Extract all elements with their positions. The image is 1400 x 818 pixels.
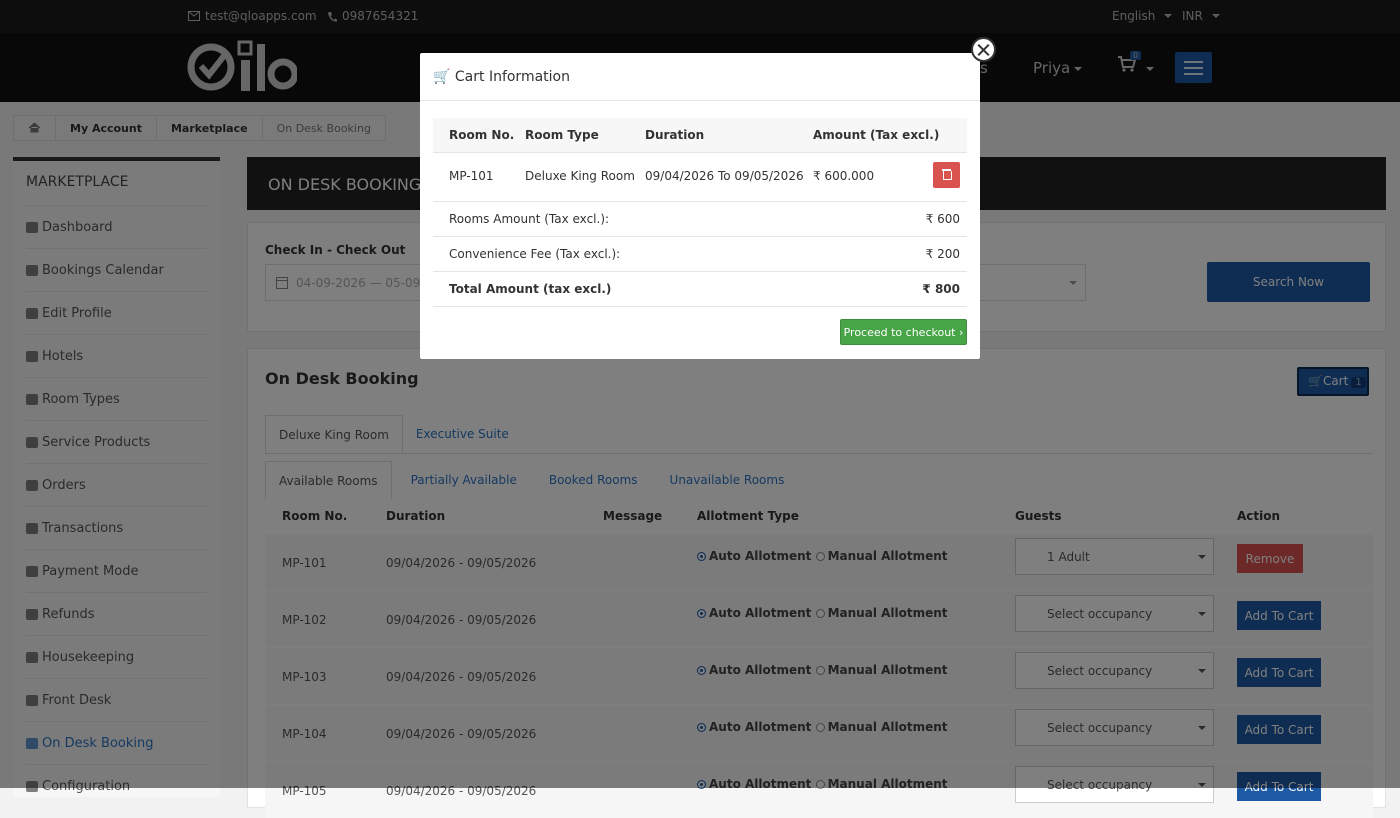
rooms-amount-label: Rooms Amount (Tax excl.): (449, 212, 610, 226)
convenience-fee-row: Convenience Fee (Tax excl.): ₹ 200 (433, 237, 967, 272)
delete-item-button[interactable] (933, 162, 960, 188)
cart-modal: 🛒 Cart Information Room No. Room Type Du… (420, 53, 980, 359)
rooms-amount-row: Rooms Amount (Tax excl.): ₹ 600 (433, 202, 967, 237)
cart-table: Room No. Room Type Duration Amount (Tax … (433, 118, 967, 307)
cart-amount: ₹ 600.000 (813, 169, 875, 183)
cart-icon: 🛒 (433, 69, 451, 85)
rooms-amount-value: ₹ 600 (925, 212, 960, 226)
close-icon[interactable] (971, 37, 996, 62)
cart-table-header: Room No. Room Type Duration Amount (Tax … (433, 118, 967, 153)
column-header: Room No. (449, 128, 515, 142)
column-header: Amount (Tax excl.) (813, 128, 940, 142)
cart-room-number: MP-101 (449, 169, 494, 183)
cart-item-row: MP-101 Deluxe King Room 09/04/2026 To 09… (433, 153, 967, 202)
column-header: Duration (645, 128, 705, 142)
cart-room-type: Deluxe King Room (525, 169, 635, 183)
modal-header: 🛒 Cart Information (420, 53, 980, 101)
cart-duration: 09/04/2026 To 09/05/2026 (645, 169, 804, 183)
total-row: Total Amount (tax excl.) ₹ 800 (433, 272, 967, 307)
modal-title: Cart Information (454, 69, 570, 85)
proceed-to-checkout-button[interactable]: Proceed to checkout › (840, 319, 967, 345)
fee-label: Convenience Fee (Tax excl.): (449, 247, 621, 261)
fee-value: ₹ 200 (925, 247, 960, 261)
total-value: ₹ 800 (922, 282, 960, 296)
total-label: Total Amount (tax excl.) (449, 282, 612, 296)
column-header: Room Type (525, 128, 599, 142)
